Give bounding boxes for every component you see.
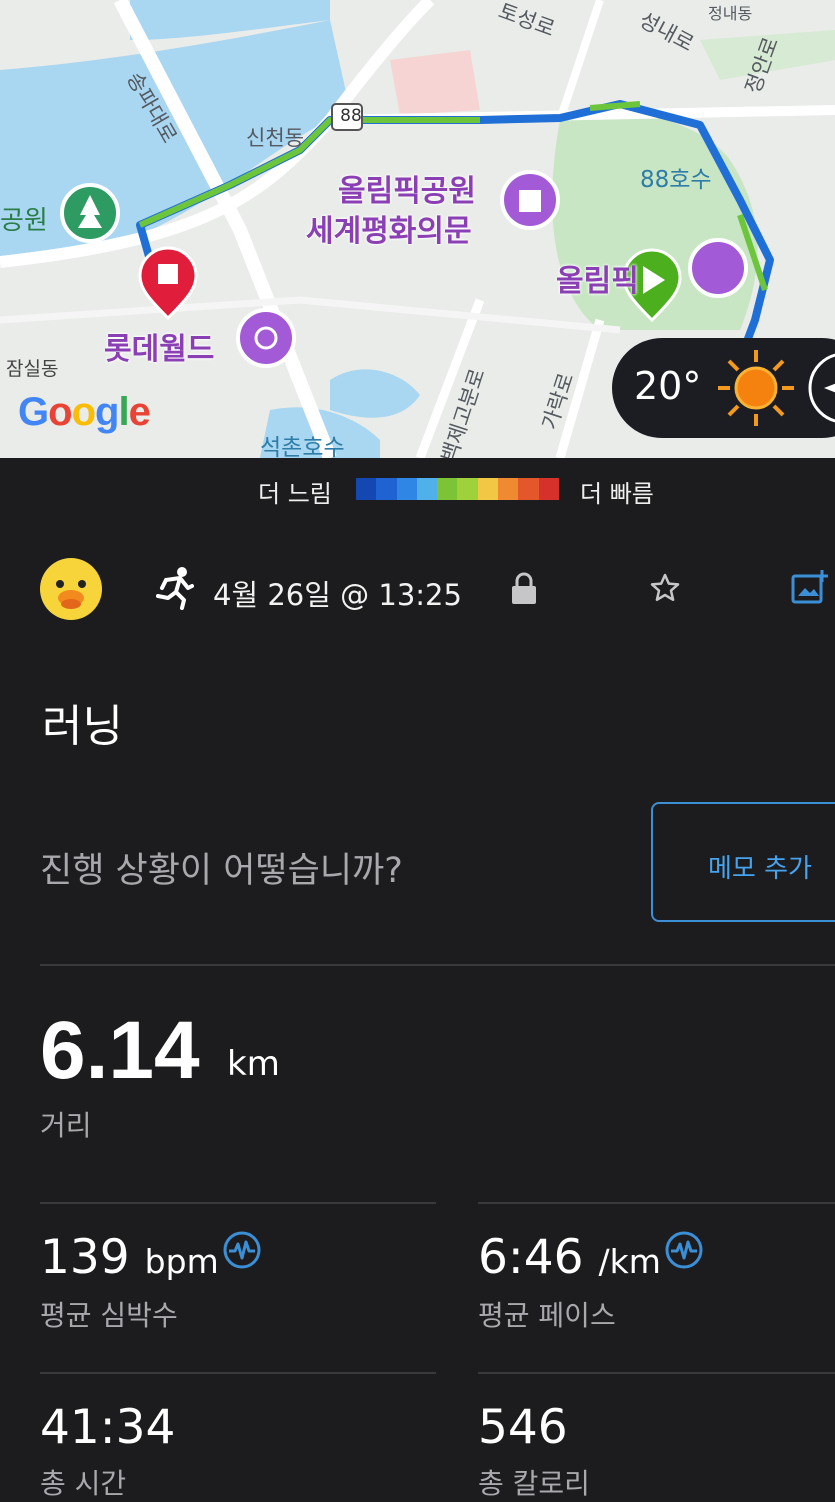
route-shield-label: 88 <box>340 106 362 126</box>
pace-color-swatch <box>538 478 559 500</box>
running-icon <box>156 567 194 610</box>
route-map[interactable]: 토성로 성내로 정안로 정내동 송파대로 신천동 88 백제고분로 가락로 공원… <box>0 0 835 458</box>
road-label: 신천동 <box>246 126 304 150</box>
note-prompt: 진행 상황이 어떻습니까? <box>40 851 403 891</box>
pace-color-swatch <box>477 478 499 500</box>
divider <box>40 1202 436 1204</box>
poi-label[interactable]: 롯데월드 <box>104 324 214 368</box>
pace-zone-icon[interactable] <box>664 1230 704 1270</box>
lock-icon[interactable] <box>510 572 538 606</box>
add-photo-icon[interactable] <box>790 568 830 606</box>
temperature-text: 20° <box>634 364 702 408</box>
poi-label[interactable]: 올림픽 <box>556 256 639 300</box>
activity-datetime: 4월 26일 @ 13:25 <box>213 578 462 612</box>
activity-title[interactable]: 러닝 <box>42 690 123 754</box>
google-logo: Google <box>18 390 151 434</box>
total-time-value: 41:34 <box>40 1400 176 1455</box>
duck-avatar-icon <box>56 580 86 609</box>
hr-number: 139 <box>40 1230 130 1285</box>
pace-legend: 더 느림 더 빠름 <box>0 458 835 520</box>
road-label: 정내동 <box>708 4 753 23</box>
district-label: 잠실동 <box>6 358 59 380</box>
lake-label: 석촌호수 <box>260 435 345 458</box>
lake-label: 88호수 <box>640 167 712 193</box>
avg-pace-value: 6:46 /km <box>478 1230 661 1285</box>
add-memo-button[interactable]: 메모 추가 <box>651 802 835 922</box>
avg-heart-rate-value: 139 bpm <box>40 1230 219 1285</box>
divider <box>40 1372 436 1374</box>
pace-color-swatch <box>457 478 478 500</box>
pace-color-swatch <box>518 478 539 500</box>
pace-color-swatch <box>437 478 458 500</box>
poi-label[interactable]: 세계평화의문 <box>306 206 472 250</box>
sun-icon <box>718 350 794 426</box>
distance-label: 거리 <box>40 1109 92 1142</box>
star-icon[interactable] <box>649 572 681 604</box>
pace-color-swatch <box>416 478 438 500</box>
distance-value: 6.14 <box>40 1005 200 1096</box>
pace-color-swatch <box>356 478 377 500</box>
heart-rate-zone-icon[interactable] <box>222 1230 262 1270</box>
pace-color-swatch <box>396 478 417 500</box>
pace-color-swatch <box>376 478 397 500</box>
weather-badge: 20° <box>612 338 835 438</box>
legend-faster-label: 더 빠름 <box>580 480 654 508</box>
pace-color-scale <box>356 478 559 500</box>
park-label: 공원 <box>0 206 48 236</box>
divider <box>478 1202 835 1204</box>
avg-heart-rate-label: 평균 심박수 <box>40 1299 178 1332</box>
pace-number: 6:46 <box>478 1230 584 1285</box>
poi-label[interactable]: 올림픽공원 <box>338 166 476 210</box>
legend-slower-label: 더 느림 <box>258 480 332 508</box>
activity-header: 4월 26일 @ 13:25 <box>0 552 835 632</box>
pace-color-swatch <box>498 478 519 500</box>
add-memo-label: 메모 추가 <box>708 854 812 884</box>
distance-unit: km <box>227 1044 280 1084</box>
total-time-label: 총 시간 <box>40 1467 127 1500</box>
avatar[interactable] <box>40 558 102 620</box>
divider <box>478 1372 835 1374</box>
wind-icon <box>808 353 835 423</box>
total-calories-label: 총 칼로리 <box>478 1467 590 1500</box>
hr-unit: bpm <box>144 1242 219 1281</box>
pace-unit: /km <box>598 1242 661 1281</box>
divider <box>40 964 835 966</box>
total-calories-value: 546 <box>478 1400 568 1455</box>
avg-pace-label: 평균 페이스 <box>478 1299 616 1332</box>
